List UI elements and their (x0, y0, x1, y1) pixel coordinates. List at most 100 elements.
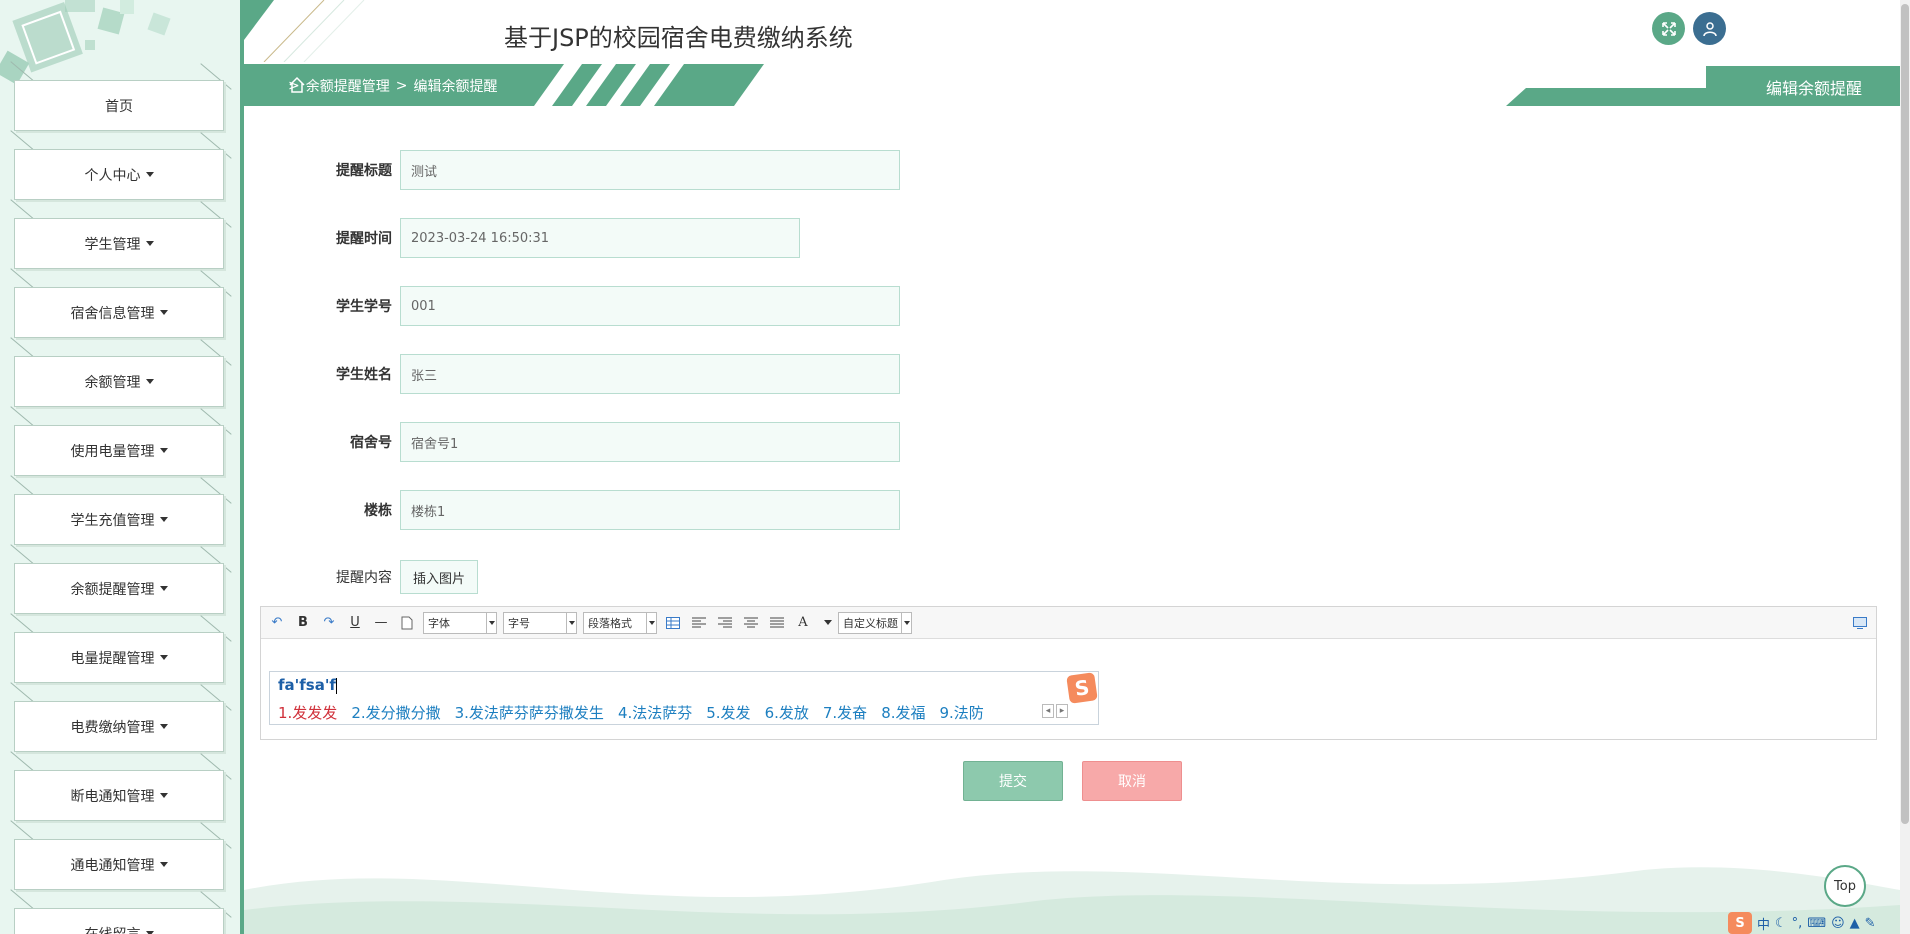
sidebar-item-box[interactable]: 首页 (14, 80, 224, 131)
ime-candidate[interactable]: 9.法防 (940, 702, 984, 723)
submit-button[interactable]: 提交 (963, 761, 1063, 801)
sidebar-item-student-management[interactable]: 学生管理 (10, 199, 232, 269)
document-icon[interactable] (397, 613, 417, 633)
underline-icon[interactable]: U (345, 613, 365, 633)
user-button[interactable] (1693, 12, 1726, 45)
sogou-logo-icon: S (1066, 672, 1098, 704)
redo-icon[interactable]: ↷ (319, 613, 339, 633)
sidebar-menu: 首页 个人中心 学生管理 宿舍信息管理 余额管理 使用电量管理 学生充值管理 余… (10, 61, 232, 934)
sidebar-item-online-message[interactable]: 在线留言 (10, 889, 232, 934)
breadcrumb-link-balance-reminder[interactable]: 余额提醒管理 (306, 76, 390, 96)
sidebar-item-box[interactable]: 余额管理 (14, 356, 224, 407)
align-center-icon[interactable] (741, 613, 761, 633)
main-area: 基于JSP的校园宿舍电费缴纳系统 > 余额提醒管理 > 编辑余额提醒 编辑余额提… (244, 0, 1900, 934)
back-to-top-button[interactable]: Top (1824, 865, 1866, 907)
sidebar-item-home[interactable]: 首页 (10, 61, 232, 131)
sidebar-item-label: 断电通知管理 (70, 788, 155, 805)
form-row-dorm-no: 宿舍号 (244, 422, 900, 462)
caret-down-icon (159, 517, 168, 522)
sidebar: 首页 个人中心 学生管理 宿舍信息管理 余额管理 使用电量管理 学生充值管理 余… (0, 0, 244, 934)
sidebar-item-electricity-reminder[interactable]: 电量提醒管理 (10, 613, 232, 683)
sidebar-item-power-on-notice[interactable]: 通电通知管理 (10, 820, 232, 890)
sidebar-item-box[interactable]: 学生充值管理 (14, 494, 224, 545)
ime-prev-page-icon[interactable]: ◂ (1042, 704, 1054, 718)
moon-icon[interactable]: ☾ (1775, 916, 1787, 931)
sidebar-item-box[interactable]: 在线留言 (14, 908, 224, 934)
ime-candidate[interactable]: 4.法法萨芬 (618, 702, 692, 723)
sidebar-item-personal-center[interactable]: 个人中心 (10, 130, 232, 200)
home-icon[interactable] (288, 76, 306, 94)
sidebar-item-fee-payment[interactable]: 电费缴纳管理 (10, 682, 232, 752)
sidebar-item-power-off-notice[interactable]: 断电通知管理 (10, 751, 232, 821)
field-label: 宿舍号 (350, 435, 392, 451)
sidebar-item-box[interactable]: 断电通知管理 (14, 770, 224, 821)
bold-icon[interactable]: B (293, 613, 313, 633)
sidebar-item-box[interactable]: 学生管理 (14, 218, 224, 269)
ime-candidate[interactable]: 2.发分撒分撒 (351, 702, 440, 723)
font-size-select[interactable]: 字号 (503, 611, 577, 634)
horizontal-rule-icon[interactable]: — (371, 613, 391, 633)
align-left-lines-icon (692, 617, 706, 627)
reminder-title-input[interactable] (400, 150, 900, 190)
align-right-icon[interactable] (715, 613, 735, 633)
ime-candidate[interactable]: 5.发发 (706, 702, 750, 723)
ime-next-page-icon[interactable]: ▸ (1056, 704, 1068, 718)
paragraph-format-select[interactable]: 段落格式 (583, 611, 657, 634)
sidebar-item-balance[interactable]: 余额管理 (10, 337, 232, 407)
page-tag-label: 编辑余额提醒 (1765, 79, 1862, 98)
form-row-title: 提醒标题 (244, 150, 900, 190)
custom-heading-select[interactable]: 自定义标题 (838, 611, 912, 634)
sidebar-item-box[interactable]: 电费缴纳管理 (14, 701, 224, 752)
ime-candidate[interactable]: 7.发奋 (823, 702, 867, 723)
align-left-icon[interactable] (689, 613, 709, 633)
table-icon[interactable] (663, 613, 683, 633)
skin-icon[interactable]: ▲ (1850, 916, 1860, 931)
page-scrollbar[interactable] (1900, 0, 1910, 934)
table-grid-icon (666, 616, 680, 629)
student-name-input[interactable] (400, 354, 900, 394)
sidebar-item-label: 电量提醒管理 (70, 650, 155, 667)
ime-candidate-window: fa'fsa'f 1.发发发 2.发分撒分撒 3.发法萨芬萨芬撒发生 4.法法萨… (269, 671, 1099, 725)
punctuation-icon[interactable]: °, (1792, 916, 1803, 931)
sidebar-item-label: 宿舍信息管理 (70, 305, 155, 322)
reminder-time-input[interactable] (400, 218, 800, 258)
sogou-tray-icon[interactable]: S (1728, 912, 1752, 934)
sidebar-item-box[interactable]: 余额提醒管理 (14, 563, 224, 614)
chevron-down-icon (566, 612, 576, 633)
ime-candidate[interactable]: 6.发放 (765, 702, 809, 723)
sidebar-item-box[interactable]: 宿舍信息管理 (14, 287, 224, 338)
keyboard-icon[interactable]: ⌨ (1807, 916, 1826, 931)
sidebar-item-label: 使用电量管理 (70, 443, 155, 460)
breadcrumb-bar: > 余额提醒管理 > 编辑余额提醒 (244, 64, 774, 106)
source-code-icon[interactable] (1850, 613, 1870, 633)
sidebar-item-label: 在线留言 (85, 924, 141, 934)
fullscreen-button[interactable] (1652, 12, 1685, 45)
sidebar-item-box[interactable]: 通电通知管理 (14, 839, 224, 890)
dorm-no-input[interactable] (400, 422, 900, 462)
ime-candidate[interactable]: 3.发法萨芬萨芬撒发生 (455, 702, 604, 723)
sidebar-item-student-recharge[interactable]: 学生充值管理 (10, 475, 232, 545)
student-no-input[interactable] (400, 286, 900, 326)
sidebar-item-box[interactable]: 使用电量管理 (14, 425, 224, 476)
align-justify-icon[interactable] (767, 613, 787, 633)
building-input[interactable] (400, 490, 900, 530)
sidebar-item-box[interactable]: 个人中心 (14, 149, 224, 200)
caret-down-icon[interactable] (824, 620, 832, 625)
undo-icon[interactable]: ↶ (267, 613, 287, 633)
caret-down-icon (145, 241, 154, 246)
insert-image-button[interactable]: 插入图片 (400, 560, 479, 594)
ime-language-indicator[interactable]: 中 (1757, 914, 1770, 933)
sidebar-item-box[interactable]: 电量提醒管理 (14, 632, 224, 683)
wrench-icon[interactable]: ✎ (1865, 916, 1876, 931)
user-tray-icon[interactable]: ☺ (1831, 916, 1845, 931)
sidebar-item-balance-reminder[interactable]: 余额提醒管理 (10, 544, 232, 614)
sidebar-item-dorm-info[interactable]: 宿舍信息管理 (10, 268, 232, 338)
scrollbar-thumb[interactable] (1901, 4, 1909, 824)
ime-candidate[interactable]: 1.发发发 (278, 702, 337, 723)
font-color-icon[interactable]: A (793, 613, 813, 633)
ime-candidate[interactable]: 8.发福 (881, 702, 925, 723)
font-family-select[interactable]: 字体 (423, 611, 497, 634)
sidebar-decoration (0, 0, 171, 85)
cancel-button[interactable]: 取消 (1082, 761, 1182, 801)
sidebar-item-electricity-usage[interactable]: 使用电量管理 (10, 406, 232, 476)
